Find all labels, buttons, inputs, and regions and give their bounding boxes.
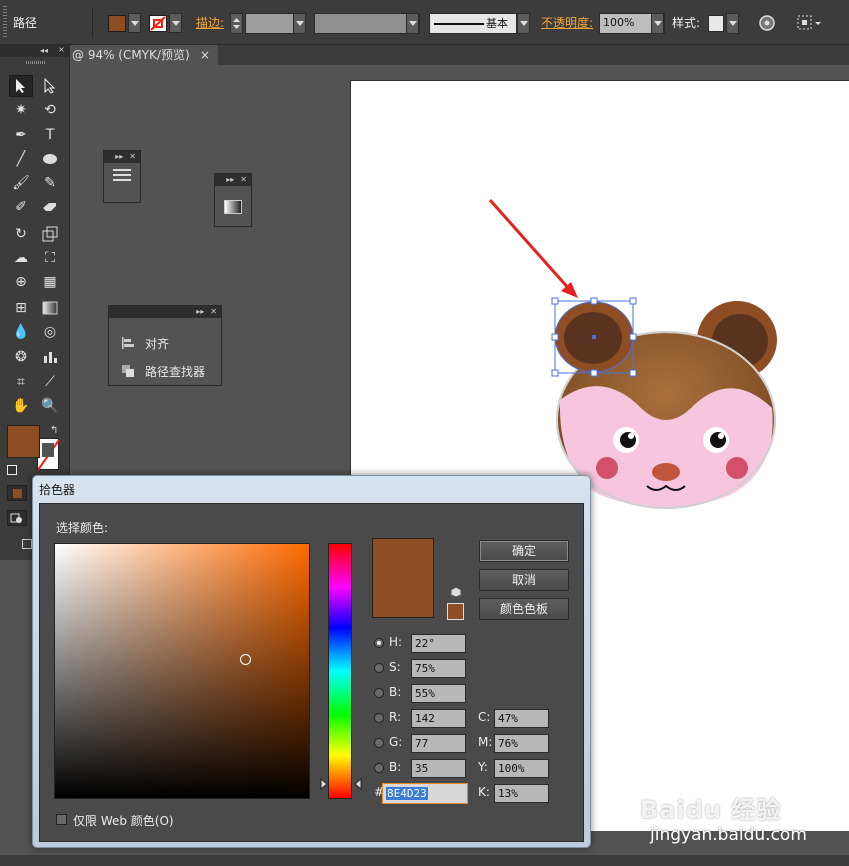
web-colors-only-label: 仅限 Web 颜色(O) [73,814,174,828]
cyan-input[interactable]: 47% [494,709,549,728]
hue-slider[interactable] [328,543,352,799]
blue-radio[interactable] [374,763,384,773]
saturation-label: S: [389,660,401,674]
panel-header[interactable]: ▸▸ ✕ [215,174,251,186]
cancel-button[interactable]: 取消 [479,569,569,591]
baidu-watermark: Baidu 经验 jingyan.baidu.com [640,790,807,845]
align-pathfinder-panel: ▸▸ ✕ 对齐 路径查找器 [108,305,222,386]
black-input[interactable]: 13% [494,784,549,803]
out-of-gamut-icon[interactable] [450,586,462,598]
saturation-radio[interactable] [374,663,384,673]
panel-close-icon[interactable]: ✕ [210,308,217,316]
watermark-url: jingyan.baidu.com [650,825,807,845]
hex-value-selected: 8E4D23 [386,787,428,800]
collapsed-panel-menu[interactable]: ▸▸ ✕ [103,150,141,203]
status-bar [0,855,849,866]
watermark-brand: Baidu 经验 [640,796,782,824]
brightness-label: B: [389,685,402,699]
menu-icon[interactable] [113,169,131,181]
pathfinder-label: 路径查找器 [145,364,206,379]
ok-button[interactable]: 确定 [479,540,569,562]
panel-close-icon[interactable]: ✕ [240,176,247,184]
red-input[interactable]: 142 [411,709,466,728]
saturation-input[interactable]: 75% [411,659,466,678]
hue-label: H: [389,635,403,649]
green-input[interactable]: 77 [411,734,466,753]
web-colors-only-checkbox[interactable] [56,814,67,825]
select-color-label: 选择颜色: [56,521,109,535]
hue-input[interactable]: 22° [411,634,466,653]
color-picker-dialog: 拾色器 选择颜色: H: 22° S: 75% B: 55% R: 142 G:… [32,475,591,848]
hue-radio[interactable] [374,638,384,648]
green-label: G: [389,735,403,749]
brightness-input[interactable]: 55% [411,684,466,703]
current-color-preview [372,538,434,618]
saturation-brightness-field[interactable] [54,543,310,799]
hue-slider-handle[interactable] [320,778,362,790]
panel-header[interactable]: ▸▸ ✕ [104,151,140,163]
blue-label: B: [389,760,402,774]
yellow-input[interactable]: 100% [494,759,549,778]
black-label: K: [478,785,490,799]
hex-input[interactable]: 8E4D23 [382,783,468,804]
red-label: R: [389,710,402,724]
pathfinder-panel-item[interactable]: 路径查找器 [121,361,221,381]
panel-close-icon[interactable]: ✕ [129,153,136,161]
annotation-arrow [488,199,578,298]
gradient-icon[interactable] [224,200,242,214]
magenta-input[interactable]: 76% [494,734,549,753]
brightness-radio[interactable] [374,688,384,698]
align-label: 对齐 [145,336,170,351]
blue-input[interactable]: 35 [411,759,466,778]
align-panel-item[interactable]: 对齐 [121,333,221,353]
cyan-label: C: [478,710,491,724]
color-picker-body: 选择颜色: H: 22° S: 75% B: 55% R: 142 G: 77 … [39,503,584,842]
color-field-cursor[interactable] [240,654,251,665]
panel-header[interactable]: ▸▸ ✕ [109,306,221,318]
pathfinder-icon [122,365,134,377]
green-radio[interactable] [374,738,384,748]
magenta-label: M: [478,735,493,749]
gamut-color-swatch[interactable] [447,603,464,620]
align-icon [122,337,134,349]
red-radio[interactable] [374,713,384,723]
color-picker-title: 拾色器 [39,483,76,497]
yellow-label: Y: [478,760,488,774]
collapsed-panel-gradient[interactable]: ▸▸ ✕ [214,173,252,227]
color-swatches-button[interactable]: 颜色色板 [479,598,569,620]
